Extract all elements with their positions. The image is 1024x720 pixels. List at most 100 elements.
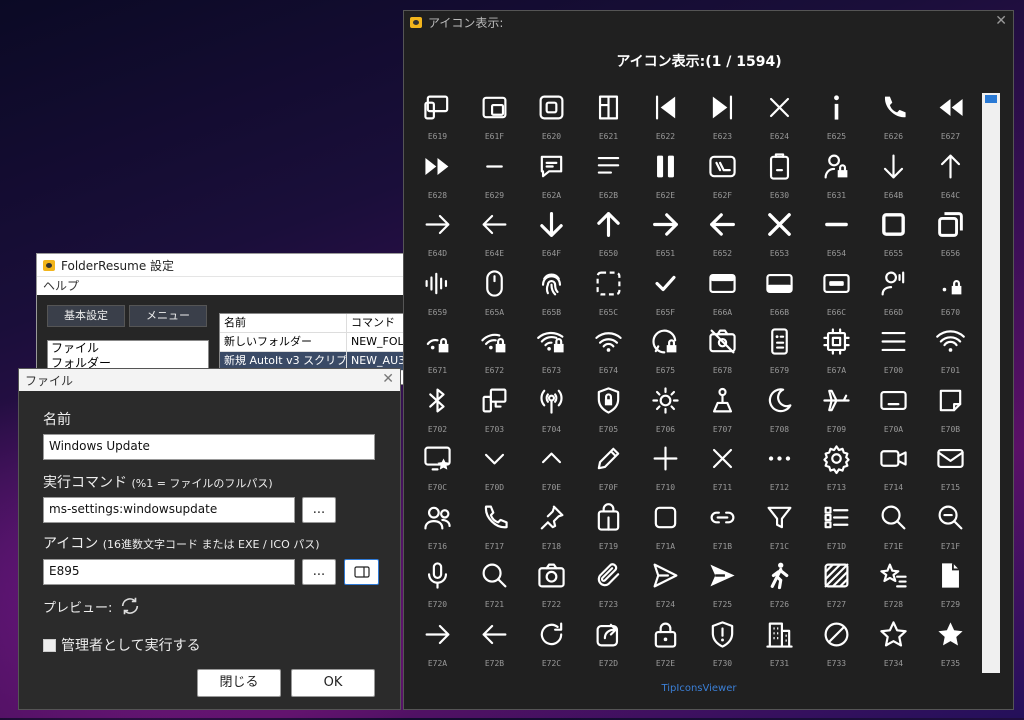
- icon-cell[interactable]: E65A: [466, 265, 523, 323]
- browse-icon-button[interactable]: ...: [302, 559, 336, 585]
- icon-cell[interactable]: E725: [694, 557, 751, 615]
- icon-cell[interactable]: E671: [409, 323, 466, 381]
- icon-cell[interactable]: E71D: [808, 499, 865, 557]
- close-button[interactable]: 閉じる: [197, 669, 281, 697]
- icon-cell[interactable]: E61F: [466, 89, 523, 147]
- icon-cell[interactable]: E655: [865, 206, 922, 264]
- icon-cell[interactable]: E722: [523, 557, 580, 615]
- icon-cell[interactable]: E72E: [637, 616, 694, 674]
- icon-cell[interactable]: E620: [523, 89, 580, 147]
- icon-cell[interactable]: E718: [523, 499, 580, 557]
- icon-cell[interactable]: E670: [922, 265, 979, 323]
- icon-cell[interactable]: E703: [466, 382, 523, 440]
- icon-cell[interactable]: E656: [922, 206, 979, 264]
- icon-cell[interactable]: E64D: [409, 206, 466, 264]
- icon-cell[interactable]: E70F: [580, 440, 637, 498]
- icon-cell[interactable]: E707: [694, 382, 751, 440]
- icon-cell[interactable]: E659: [409, 265, 466, 323]
- icon-cell[interactable]: E701: [922, 323, 979, 381]
- icon-cell[interactable]: E719: [580, 499, 637, 557]
- icon-cell[interactable]: E711: [694, 440, 751, 498]
- icon-cell[interactable]: E62A: [523, 148, 580, 206]
- icon-cell[interactable]: E672: [466, 323, 523, 381]
- icon-cell[interactable]: E727: [808, 557, 865, 615]
- icon-cell[interactable]: E628: [409, 148, 466, 206]
- footer-link[interactable]: TipIconsViewer: [404, 683, 994, 694]
- icon-cell[interactable]: E71F: [922, 499, 979, 557]
- icon-cell[interactable]: E64B: [865, 148, 922, 206]
- icon-cell[interactable]: E621: [580, 89, 637, 147]
- icon-cell[interactable]: E626: [865, 89, 922, 147]
- icon-cell[interactable]: E70E: [523, 440, 580, 498]
- icon-cell[interactable]: E679: [751, 323, 808, 381]
- icon-cell[interactable]: E651: [637, 206, 694, 264]
- icon-cell[interactable]: E716: [409, 499, 466, 557]
- icon-cell[interactable]: E712: [751, 440, 808, 498]
- icon-cell[interactable]: E62E: [637, 148, 694, 206]
- icon-cell[interactable]: E619: [409, 89, 466, 147]
- icon-cell[interactable]: E65B: [523, 265, 580, 323]
- icon-cell[interactable]: E724: [637, 557, 694, 615]
- name-input[interactable]: Windows Update: [43, 434, 375, 460]
- icon-cell[interactable]: E734: [865, 616, 922, 674]
- icon-cell[interactable]: E678: [694, 323, 751, 381]
- icon-cell[interactable]: E70A: [865, 382, 922, 440]
- icon-cell[interactable]: E64E: [466, 206, 523, 264]
- icon-cell[interactable]: E67A: [808, 323, 865, 381]
- icon-cell[interactable]: E731: [751, 616, 808, 674]
- command-input[interactable]: ms-settings:windowsupdate: [43, 497, 295, 523]
- icon-cell[interactable]: E70B: [922, 382, 979, 440]
- icon-cell[interactable]: E728: [865, 557, 922, 615]
- icon-cell[interactable]: E72C: [523, 616, 580, 674]
- icon-cell[interactable]: E64C: [922, 148, 979, 206]
- file-dialog-titlebar[interactable]: ファイル ✕: [19, 369, 400, 391]
- icon-cell[interactable]: E72D: [580, 616, 637, 674]
- icon-cell[interactable]: E70D: [466, 440, 523, 498]
- settings-titlebar[interactable]: FolderResume 設定: [37, 254, 405, 276]
- column-header-command[interactable]: コマンド: [347, 314, 410, 332]
- icon-cell[interactable]: E673: [523, 323, 580, 381]
- icon-cell[interactable]: E720: [409, 557, 466, 615]
- icon-cell[interactable]: E710: [637, 440, 694, 498]
- icon-cell[interactable]: E726: [751, 557, 808, 615]
- icon-cell[interactable]: E715: [922, 440, 979, 498]
- scrollbar[interactable]: [982, 93, 1000, 673]
- icon-cell[interactable]: E717: [466, 499, 523, 557]
- icon-cell[interactable]: E627: [922, 89, 979, 147]
- ok-button[interactable]: OK: [291, 669, 375, 697]
- icon-input[interactable]: E895: [43, 559, 295, 585]
- close-icon[interactable]: ✕: [995, 13, 1007, 29]
- icon-cell[interactable]: E652: [694, 206, 751, 264]
- icon-cell[interactable]: E705: [580, 382, 637, 440]
- icon-cell[interactable]: E733: [808, 616, 865, 674]
- icon-cell[interactable]: E704: [523, 382, 580, 440]
- scroll-thumb[interactable]: [985, 95, 997, 103]
- icon-cell[interactable]: E66C: [808, 265, 865, 323]
- icon-cell[interactable]: E713: [808, 440, 865, 498]
- menu-help[interactable]: ヘルプ: [43, 279, 79, 293]
- table-row[interactable]: 新しいフォルダー NEW_FOLDER: [220, 333, 410, 352]
- icon-cell[interactable]: E653: [751, 206, 808, 264]
- icon-cell[interactable]: E625: [808, 89, 865, 147]
- icon-cell[interactable]: E72A: [409, 616, 466, 674]
- icon-cell[interactable]: E650: [580, 206, 637, 264]
- tab-basic-settings[interactable]: 基本設定: [47, 305, 125, 327]
- icon-cell[interactable]: E71E: [865, 499, 922, 557]
- icon-cell[interactable]: E709: [808, 382, 865, 440]
- icon-cell[interactable]: E71B: [694, 499, 751, 557]
- icon-cell[interactable]: E624: [751, 89, 808, 147]
- icon-cell[interactable]: E708: [751, 382, 808, 440]
- icon-cell[interactable]: E630: [751, 148, 808, 206]
- icon-cell[interactable]: E700: [865, 323, 922, 381]
- icon-cell[interactable]: E71A: [637, 499, 694, 557]
- icon-cell[interactable]: E62B: [580, 148, 637, 206]
- icon-cell[interactable]: E629: [466, 148, 523, 206]
- icon-cell[interactable]: E622: [637, 89, 694, 147]
- icon-cell[interactable]: E675: [637, 323, 694, 381]
- icon-cell[interactable]: E71C: [751, 499, 808, 557]
- tab-menu[interactable]: メニュー: [129, 305, 207, 327]
- icon-cell[interactable]: E65F: [637, 265, 694, 323]
- icon-cell[interactable]: E730: [694, 616, 751, 674]
- icon-cell[interactable]: E723: [580, 557, 637, 615]
- icon-cell[interactable]: E70C: [409, 440, 466, 498]
